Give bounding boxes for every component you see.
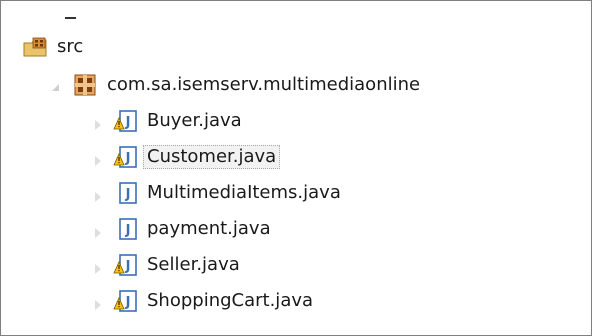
collapse-arrow-icon[interactable]	[93, 264, 103, 274]
java-file-warning-icon: J	[113, 108, 139, 134]
java-file-warning-icon: J	[113, 144, 139, 170]
tree-item-file[interactable]: J payment.java	[113, 213, 271, 245]
collapse-arrow-icon[interactable]	[93, 192, 103, 202]
tree-item-label: payment.java	[147, 218, 271, 239]
tree-item-file[interactable]: J Buyer.java	[113, 105, 242, 137]
java-file-warning-icon: J	[113, 252, 139, 278]
expand-arrow-icon[interactable]	[51, 83, 61, 93]
svg-text:J: J	[125, 187, 131, 202]
collapsed-item-fragment	[65, 17, 76, 19]
tree-item-label: src	[57, 36, 84, 57]
tree-item-file[interactable]: J Seller.java	[113, 249, 240, 281]
svg-text:J: J	[125, 295, 131, 310]
tree-item-src[interactable]: src	[23, 31, 83, 63]
tree-item-label: Buyer.java	[147, 110, 242, 131]
tree-item-file-selected[interactable]: J Customer.java	[113, 141, 281, 173]
svg-text:J: J	[125, 259, 131, 274]
tree-item-label: Seller.java	[147, 254, 240, 275]
svg-text:J: J	[125, 151, 131, 166]
tree-item-file[interactable]: J ShoppingCart.java	[113, 285, 313, 317]
tree-item-label: ShoppingCart.java	[147, 290, 314, 311]
collapse-arrow-icon[interactable]	[93, 120, 103, 130]
collapse-arrow-icon[interactable]	[93, 228, 103, 238]
tree-item-file[interactable]: J MultimediaItems.java	[113, 177, 341, 209]
svg-text:J: J	[125, 223, 131, 238]
collapse-arrow-icon[interactable]	[93, 300, 103, 310]
package-icon	[73, 72, 99, 98]
tree-item-label: com.sa.isemserv.multimediaonline	[107, 74, 421, 95]
tree-item-label: MultimediaItems.java	[147, 182, 341, 203]
svg-text:J: J	[125, 115, 131, 130]
tree-item-package[interactable]: com.sa.isemserv.multimediaonline	[73, 69, 420, 101]
java-file-icon: J	[113, 180, 139, 206]
java-file-icon: J	[113, 216, 139, 242]
collapse-arrow-icon[interactable]	[93, 156, 103, 166]
source-folder-icon	[23, 34, 49, 60]
tree-item-label: Customer.java	[143, 145, 281, 169]
java-file-warning-icon: J	[113, 288, 139, 314]
package-explorer-tree: src com.sa.isemserv.multimediaonline J B…	[0, 0, 592, 336]
